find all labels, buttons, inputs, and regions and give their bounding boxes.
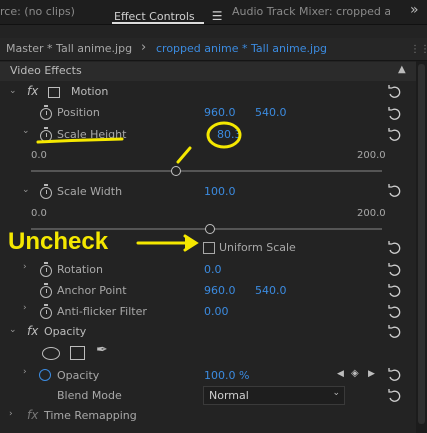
annotation-overlay: [36, 121, 242, 252]
scale-height-annotation-underline: [36, 137, 124, 144]
uncheck-arrow-head: [183, 234, 199, 252]
scale-height-annotation-circle: [206, 121, 242, 149]
scale-height-annotation-pointer: [176, 146, 192, 164]
uncheck-annotation-text: Uncheck: [8, 228, 109, 255]
